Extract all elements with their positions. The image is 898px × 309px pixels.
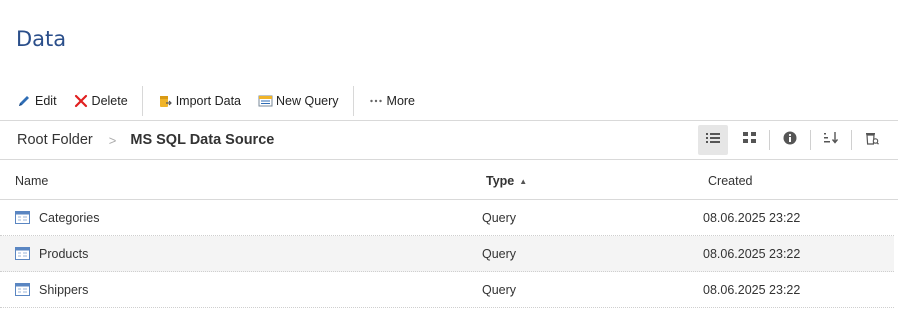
- breadcrumb-separator: >: [108, 132, 117, 148]
- new-query-button[interactable]: New Query: [249, 86, 347, 116]
- recycle-bin-button[interactable]: [857, 125, 887, 155]
- cell-type: Query: [482, 282, 517, 297]
- column-header-created-label: Created: [708, 174, 753, 188]
- column-header-created[interactable]: Created: [708, 163, 752, 199]
- cell-created: 08.06.2025 23:22: [703, 210, 801, 225]
- view-tools-divider: [769, 130, 770, 150]
- cell-created: 08.06.2025 23:22: [703, 246, 801, 261]
- column-header-name-label: Name: [15, 174, 49, 188]
- cell-name: Categories: [15, 200, 99, 235]
- recycle-bin-icon: [865, 131, 879, 150]
- row-name: Products: [39, 246, 89, 261]
- breadcrumb-bar: Root Folder > MS SQL Data Source: [0, 120, 898, 160]
- view-tools: [695, 125, 890, 155]
- delete-button[interactable]: Delete: [65, 86, 136, 116]
- edit-button[interactable]: Edit: [8, 86, 65, 116]
- more-label: More: [386, 94, 416, 108]
- edit-label: Edit: [35, 94, 57, 108]
- grid-view-button[interactable]: [734, 125, 764, 155]
- column-header-type-label: Type: [486, 174, 515, 188]
- breadcrumb: Root Folder > MS SQL Data Source: [17, 121, 274, 159]
- data-table: Name Type ▲ Created Categories Query 08.…: [0, 163, 898, 308]
- new-query-icon: [257, 93, 273, 109]
- info-icon: [783, 131, 797, 150]
- list-view-button[interactable]: [698, 125, 728, 155]
- import-data-label: Import Data: [175, 94, 241, 108]
- close-icon: [73, 93, 89, 109]
- column-header-name[interactable]: Name: [15, 163, 48, 199]
- more-icon: [368, 93, 384, 109]
- delete-label: Delete: [91, 94, 128, 108]
- view-tools-divider: [810, 130, 811, 150]
- page-title: Data: [16, 27, 67, 51]
- cell-created: 08.06.2025 23:22: [703, 282, 801, 297]
- row-name: Shippers: [39, 282, 89, 297]
- cell-name: Shippers: [15, 272, 88, 307]
- pencil-icon: [16, 93, 32, 109]
- column-header-type[interactable]: Type ▲: [486, 163, 527, 199]
- query-icon: [15, 247, 30, 260]
- query-icon: [15, 211, 30, 224]
- table-row[interactable]: Categories Query 08.06.2025 23:22: [0, 200, 894, 236]
- cell-type: Query: [482, 246, 517, 261]
- more-button[interactable]: More: [360, 86, 423, 116]
- cell-type: Query: [482, 210, 517, 225]
- view-tools-divider: [851, 130, 852, 150]
- new-query-label: New Query: [276, 94, 339, 108]
- import-icon: [157, 93, 173, 109]
- toolbar-divider: [352, 86, 354, 116]
- breadcrumb-root[interactable]: Root Folder: [17, 132, 93, 148]
- cell-name: Products: [15, 236, 88, 271]
- row-name: Categories: [39, 210, 100, 225]
- toolbar-divider: [141, 86, 143, 116]
- sort-button[interactable]: [816, 125, 846, 155]
- sort-icon: [824, 131, 839, 149]
- import-data-button[interactable]: Import Data: [149, 86, 249, 116]
- info-button[interactable]: [775, 125, 805, 155]
- toolbar: Edit Delete Import Data New Query More: [8, 86, 423, 116]
- table-row[interactable]: Products Query 08.06.2025 23:22: [0, 236, 894, 272]
- breadcrumb-current: MS SQL Data Source: [130, 132, 275, 148]
- list-view-icon: [706, 131, 720, 149]
- table-row[interactable]: Shippers Query 08.06.2025 23:22: [0, 272, 894, 308]
- sort-ascending-icon: ▲: [519, 176, 528, 186]
- query-icon: [15, 283, 30, 296]
- grid-view-icon: [742, 131, 756, 149]
- table-header: Name Type ▲ Created: [0, 163, 898, 200]
